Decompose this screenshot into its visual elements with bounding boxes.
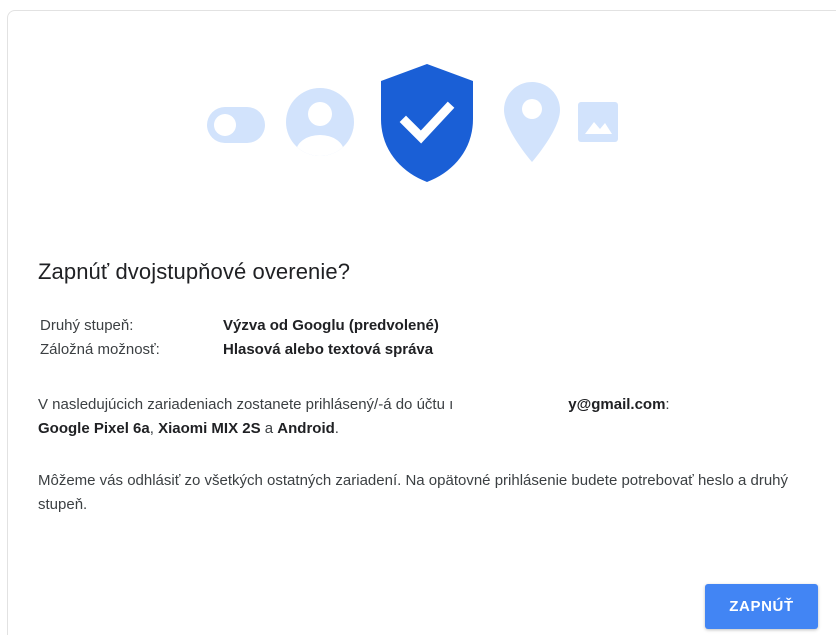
devices-separator-1: , <box>149 420 159 437</box>
backup-option-label: Záložná možnosť: <box>40 341 160 358</box>
devices-paragraph: V nasledujúcich zariadeniach zostanete p… <box>38 393 808 441</box>
second-step-label: Druhý stupeň: <box>40 317 134 334</box>
account-email: y@gmail.com <box>568 396 666 413</box>
second-step-row: Druhý stupeň: Výzva od Googlu (predvolen… <box>40 314 439 338</box>
shield-check-icon <box>381 64 473 182</box>
devices-colon: : <box>665 396 670 413</box>
backup-option-value: Hlasová alebo textová správa <box>223 341 434 358</box>
turn-on-button[interactable]: ZAPNÚŤ <box>705 584 818 629</box>
backup-option-row: Záložná možnosť: Hlasová alebo textová s… <box>40 338 439 362</box>
devices-intro: V nasledujúcich zariadeniach zostanete p… <box>38 396 450 413</box>
account-icon <box>286 88 354 156</box>
toggle-icon <box>207 107 265 143</box>
devices-end: . <box>334 420 339 437</box>
hero-illustration <box>0 0 836 200</box>
page: Zapnúť dvojstupňové overenie? Druhý stup… <box>0 0 836 635</box>
dialog-title: Zapnúť dvojstupňové overenie? <box>38 259 351 284</box>
signout-paragraph: Môžeme vás odhlásiť zo všetkých ostatnýc… <box>38 472 789 513</box>
devices-separator-2: a <box>260 420 278 437</box>
device-xiaomi-mix-2s: Xiaomi MIX 2S <box>158 420 261 437</box>
settings-summary: Druhý stupeň: Výzva od Googlu (predvolen… <box>40 314 439 362</box>
redacted-email <box>453 394 569 412</box>
second-step-value: Výzva od Googlu (predvolené) <box>223 317 439 334</box>
location-pin-icon <box>504 82 560 162</box>
device-android: Android <box>277 420 335 437</box>
device-google-pixel-6a: Google Pixel 6a <box>38 420 150 437</box>
image-icon <box>578 102 618 142</box>
